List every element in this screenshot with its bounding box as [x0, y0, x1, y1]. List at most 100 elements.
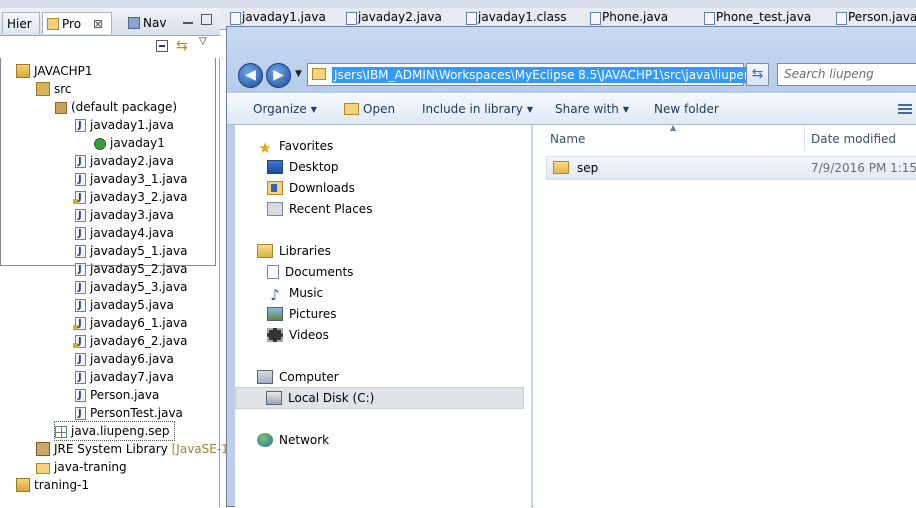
maximize-view-button[interactable]: [201, 14, 212, 25]
tree-item-jre-library[interactable]: JRE System Library [JavaSE-1.6: [36, 440, 240, 458]
nav-label: Network: [279, 433, 330, 447]
java-file-icon: [75, 297, 86, 315]
sort-ascending-icon: ▲: [670, 123, 677, 132]
close-tab-icon[interactable]: ⊠: [93, 13, 103, 35]
nav-libraries[interactable]: Libraries: [257, 241, 331, 261]
tree-item-label: javaday3.java: [90, 208, 174, 222]
tree-item-java-file[interactable]: javaday6.java: [75, 350, 174, 369]
forward-button[interactable]: ▶: [266, 63, 291, 88]
include-label: Include in library: [422, 102, 523, 116]
nav-label: Computer: [279, 370, 339, 384]
nav-recent-places[interactable]: Recent Places: [267, 199, 372, 219]
organize-button[interactable]: Organize ▼: [253, 102, 317, 116]
nav-documents[interactable]: Documents: [267, 262, 353, 282]
nav-favorites[interactable]: ★ Favorites: [257, 136, 333, 156]
tree-item-java-file[interactable]: PersonTest.java: [75, 404, 183, 423]
tree-item-label: javaday5_1.java: [90, 244, 188, 258]
tab-hierarchy[interactable]: Hier: [2, 12, 40, 34]
column-header-name[interactable]: Name: [550, 132, 585, 146]
tree-item-java-file[interactable]: javaday3.java: [75, 206, 174, 225]
column-divider[interactable]: [804, 125, 805, 151]
tab-package-explorer[interactable]: Pro ⊠: [42, 12, 112, 34]
network-icon: [257, 433, 273, 447]
open-label: Open: [363, 102, 396, 116]
tree-item-folder[interactable]: java-traning: [36, 458, 127, 476]
tree-item-java-file[interactable]: javaday5_2.java: [75, 260, 187, 279]
tree-item-java-file[interactable]: Person.java: [75, 386, 159, 405]
chevron-down-icon: ▼: [622, 105, 630, 114]
share-with-button[interactable]: Share with ▼: [555, 102, 629, 116]
nav-network[interactable]: Network: [257, 430, 329, 450]
address-bar[interactable]: Jsers\IBM_ADMIN\Workspaces\MyEclipse 8.5…: [307, 63, 816, 86]
nav-desktop[interactable]: Desktop: [267, 157, 339, 177]
tree-item-package-sep[interactable]: java.liupeng.sep: [54, 421, 175, 441]
tree-item-label: javaday1: [110, 136, 165, 150]
tree-item-label: javaday1.java: [90, 118, 174, 132]
nav-local-disk[interactable]: Local Disk (C:): [235, 387, 524, 409]
nav-label: Desktop: [289, 160, 339, 174]
column-header-date-modified[interactable]: Date modified: [811, 132, 896, 146]
eclipse-toolbar-strip: [0, 0, 916, 8]
file-row[interactable]: sep 7/9/2016 PM 1:15: [546, 156, 916, 180]
address-input[interactable]: Jsers\IBM_ADMIN\Workspaces\MyEclipse 8.5…: [332, 67, 762, 83]
include-in-library-button[interactable]: Include in library ▼: [422, 102, 533, 116]
tree-item-java-file[interactable]: javaday5_3.java: [75, 278, 188, 297]
file-name: sep: [577, 161, 599, 175]
tree-item-java-file[interactable]: javaday4.java: [75, 224, 174, 243]
tree-item-label: PersonTest.java: [90, 406, 183, 420]
tree-item-default-package[interactable]: (default package): [55, 98, 177, 116]
tree-item-java-file[interactable]: javaday5_1.java: [75, 242, 188, 261]
java-file-icon: [75, 405, 86, 423]
tab-hierarchy-label: Hier: [7, 17, 32, 31]
package-empty-icon: [55, 426, 67, 438]
tree-item-label: javaday5_3.java: [90, 280, 188, 294]
open-button[interactable]: Open: [344, 102, 395, 116]
address-area: ◀ ▶ ▼ Jsers\IBM_ADMIN\Workspaces\MyEclip…: [227, 27, 916, 93]
recent-places-icon: [267, 202, 283, 216]
tree-item-project[interactable]: traning-1: [16, 476, 89, 494]
tree-item-src[interactable]: src: [36, 80, 72, 98]
back-button[interactable]: ◀: [238, 63, 263, 88]
nav-downloads[interactable]: Downloads: [267, 178, 355, 198]
search-box[interactable]: Search liupeng: [777, 63, 916, 86]
minimize-view-button[interactable]: [183, 14, 193, 24]
nav-label: Favorites: [279, 139, 334, 153]
tree-item-label: javaday4.java: [90, 226, 174, 240]
tree-item-java-file[interactable]: javaday3_2.java: [73, 188, 187, 207]
tree-item-java-file[interactable]: javaday5.java: [75, 296, 174, 315]
computer-icon: [257, 370, 273, 384]
tree-item-project[interactable]: JAVACHP1: [16, 62, 92, 80]
java-file-icon: [75, 351, 86, 369]
search-input[interactable]: Search liupeng: [784, 67, 874, 81]
tab-navigator[interactable]: Nav: [124, 12, 174, 34]
tree-item-label: traning-1: [34, 478, 90, 492]
nav-computer[interactable]: Computer: [257, 367, 339, 387]
java-file-icon: [75, 243, 86, 261]
tree-item-java-file[interactable]: javaday1.java: [75, 116, 174, 135]
tree-item-label: src: [54, 82, 72, 96]
view-options-icon[interactable]: [898, 104, 912, 116]
documents-icon: [267, 265, 279, 279]
refresh-button[interactable]: ⇆: [746, 63, 769, 86]
java-file-icon: [75, 153, 86, 171]
collapse-all-icon[interactable]: [156, 40, 168, 52]
view-menu-chevron-down-icon[interactable]: ▽: [199, 36, 207, 47]
tree-item-label: javaday5.java: [90, 298, 174, 312]
tree-item-java-file[interactable]: javaday6_1.java: [73, 314, 187, 333]
chevron-down-icon: ▼: [526, 105, 534, 114]
nav-pictures[interactable]: Pictures: [267, 304, 337, 324]
organize-label: Organize: [253, 102, 307, 116]
nav-videos[interactable]: Videos: [267, 325, 329, 345]
new-folder-button[interactable]: New folder: [654, 102, 719, 116]
tree-item-java-file[interactable]: javaday2.java: [75, 152, 174, 171]
tree-item-java-file[interactable]: javaday7.java: [75, 368, 174, 387]
new-folder-label: New folder: [654, 102, 719, 116]
link-with-editor-icon[interactable]: ⇆: [176, 38, 188, 54]
history-chevron-down-icon[interactable]: ▼: [295, 69, 302, 79]
tree-item-java-file[interactable]: javaday6_2.java: [73, 332, 187, 351]
nav-music[interactable]: ♪ Music: [267, 283, 323, 303]
tree-item-java-file[interactable]: javaday3_1.java: [75, 170, 187, 189]
tree-item-class[interactable]: javaday1: [94, 134, 165, 152]
folder-icon: [312, 68, 326, 80]
tab-navigator-label: Nav: [143, 16, 167, 30]
